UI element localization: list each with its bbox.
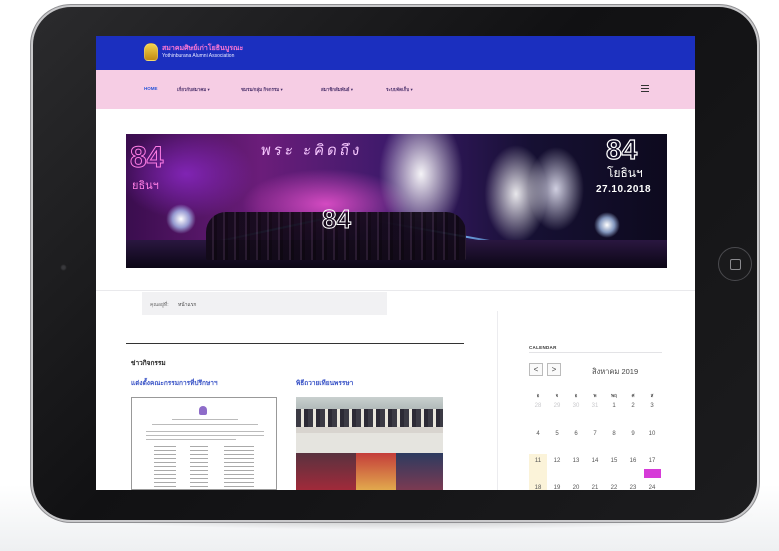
calendar-day[interactable]: 7 xyxy=(586,431,604,437)
calendar-day[interactable]: 21 xyxy=(586,485,604,490)
post-thumbnail-document[interactable] xyxy=(131,397,277,490)
browser-screen: สมาคมศิษย์เก่าโยธินบูรณะ Yothinburana Al… xyxy=(96,36,695,490)
hamburger-menu-icon[interactable] xyxy=(641,85,649,94)
seal-icon xyxy=(199,406,207,415)
calendar-next-button[interactable]: > xyxy=(547,363,561,376)
calendar-day[interactable]: 22 xyxy=(605,485,623,490)
breadcrumb-label: คุณอยู่ที่: xyxy=(150,302,169,308)
banner-center-number: 84 xyxy=(322,204,352,235)
calendar-day[interactable]: 20 xyxy=(567,485,585,490)
banner-marquee-text: พระ ะคิดถึง xyxy=(259,142,364,159)
calendar-day[interactable]: 8 xyxy=(605,431,623,437)
calendar-day[interactable]: 5 xyxy=(548,431,566,437)
calendar-day[interactable]: 31 xyxy=(586,403,604,409)
calendar-weekday: ศ xyxy=(631,393,635,398)
calendar-prev-button[interactable]: < xyxy=(529,363,543,376)
camera-icon xyxy=(60,264,67,271)
photo-panel xyxy=(296,453,356,490)
calendar-month-label: สิงหาคม 2019 xyxy=(592,367,639,376)
hero-banner[interactable]: 84 ยธินฯ พระ ะคิดถึง 84 84 โยธินฯ 27.10.… xyxy=(126,134,667,268)
calendar-day[interactable]: 6 xyxy=(567,431,585,437)
calendar-event-marker[interactable] xyxy=(644,469,661,478)
home-square-icon xyxy=(730,259,741,270)
nav-home[interactable]: HOME xyxy=(144,86,158,91)
calendar-weekday: อ xyxy=(574,393,578,398)
doc-column xyxy=(224,446,254,488)
calendar-day[interactable]: 28 xyxy=(529,403,547,409)
calendar-day[interactable]: 29 xyxy=(548,403,566,409)
breadcrumb: คุณอยู่ที่: หน้าแรก xyxy=(142,292,387,315)
news-section-title: ข่าวกิจกรรม xyxy=(131,360,166,367)
crest-icon xyxy=(144,43,158,61)
doc-line xyxy=(172,419,238,420)
calendar-weekday: อ xyxy=(536,393,540,398)
doc-line xyxy=(146,431,264,432)
calendar-day[interactable]: 17 xyxy=(643,458,661,464)
nav-archive[interactable]: ระบบจัดเก็บ ▾ xyxy=(386,86,413,93)
calendar-day[interactable]: 3 xyxy=(643,403,661,409)
spotlight-icon xyxy=(166,204,196,234)
calendar-day[interactable]: 16 xyxy=(624,458,642,464)
calendar-day[interactable]: 30 xyxy=(567,403,585,409)
logo-primary-text: สมาคมศิษย์เก่าโยธินบูรณะ xyxy=(162,45,244,52)
stage: สมาคมศิษย์เก่าโยธินบูรณะ Yothinburana Al… xyxy=(0,0,779,551)
calendar-rule xyxy=(529,352,662,353)
photo-people xyxy=(296,409,443,427)
calendar-weekday: พฤ xyxy=(611,393,617,398)
site-topbar: สมาคมศิษย์เก่าโยธินบูรณะ Yothinburana Al… xyxy=(96,36,695,70)
doc-line xyxy=(146,435,264,436)
doc-line xyxy=(146,439,236,440)
banner-left-sub: ยธินฯ xyxy=(132,180,159,192)
home-button[interactable] xyxy=(718,247,752,281)
section-divider xyxy=(96,290,695,291)
photo-panel xyxy=(396,453,443,490)
calendar-day[interactable]: 10 xyxy=(643,431,661,437)
banner-left-number: 84 xyxy=(129,141,164,174)
calendar-day[interactable]: 19 xyxy=(548,485,566,490)
calendar-day[interactable]: 24 xyxy=(643,485,661,490)
spotlight-icon xyxy=(594,212,620,238)
doc-column xyxy=(190,446,208,488)
nav-members[interactable]: สมาชิกสัมพันธ์ ▾ xyxy=(321,86,353,93)
doc-line xyxy=(152,424,258,425)
photo-middle xyxy=(296,433,443,453)
calendar-title: CALENDAR xyxy=(529,345,557,350)
calendar-day[interactable]: 12 xyxy=(548,458,566,464)
breadcrumb-current[interactable]: หน้าแรก xyxy=(178,301,196,309)
calendar-day[interactable]: 23 xyxy=(624,485,642,490)
calendar-weekday: จ xyxy=(555,393,559,398)
post-title-candle-ceremony[interactable]: พิธีถวายเทียนพรรษา xyxy=(296,378,353,388)
banner-right-brand: โยธินฯ xyxy=(607,166,643,180)
banner-date: 27.10.2018 xyxy=(596,184,652,195)
calendar-weekday: พ xyxy=(593,393,597,398)
logo-secondary-text: Yothinburana Alumni Association xyxy=(162,53,235,59)
calendar-day[interactable]: 15 xyxy=(605,458,623,464)
calendar-day[interactable]: 13 xyxy=(567,458,585,464)
banner-right-number: 84 xyxy=(605,134,638,165)
post-thumbnail-photo[interactable] xyxy=(296,397,443,490)
photo-panel xyxy=(356,453,396,490)
calendar-day[interactable]: 18 xyxy=(529,485,547,490)
nav-clubs[interactable]: ชมรม/กลุ่ม กิจกรรม ▾ xyxy=(241,86,283,93)
calendar-day[interactable]: 11 xyxy=(529,458,547,464)
content-rule xyxy=(126,343,464,344)
calendar-day[interactable]: 2 xyxy=(624,403,642,409)
calendar-weekday: ส xyxy=(650,393,654,398)
main-navigation: HOME เกี่ยวกับสมาคม ▾ ชมรม/กลุ่ม กิจกรรม… xyxy=(96,70,695,109)
calendar-day[interactable]: 4 xyxy=(529,431,547,437)
doc-column xyxy=(154,446,176,488)
post-title-advisors[interactable]: แต่งตั้งคณะกรรมการที่ปรึกษาฯ xyxy=(131,378,218,388)
calendar-day[interactable]: 1 xyxy=(605,403,623,409)
calendar-day[interactable]: 14 xyxy=(586,458,604,464)
calendar-day[interactable]: 9 xyxy=(624,431,642,437)
sidebar-divider xyxy=(497,311,498,490)
nav-about[interactable]: เกี่ยวกับสมาคม ▾ xyxy=(177,86,210,93)
site-logo[interactable]: สมาคมศิษย์เก่าโยธินบูรณะ Yothinburana Al… xyxy=(144,43,243,61)
